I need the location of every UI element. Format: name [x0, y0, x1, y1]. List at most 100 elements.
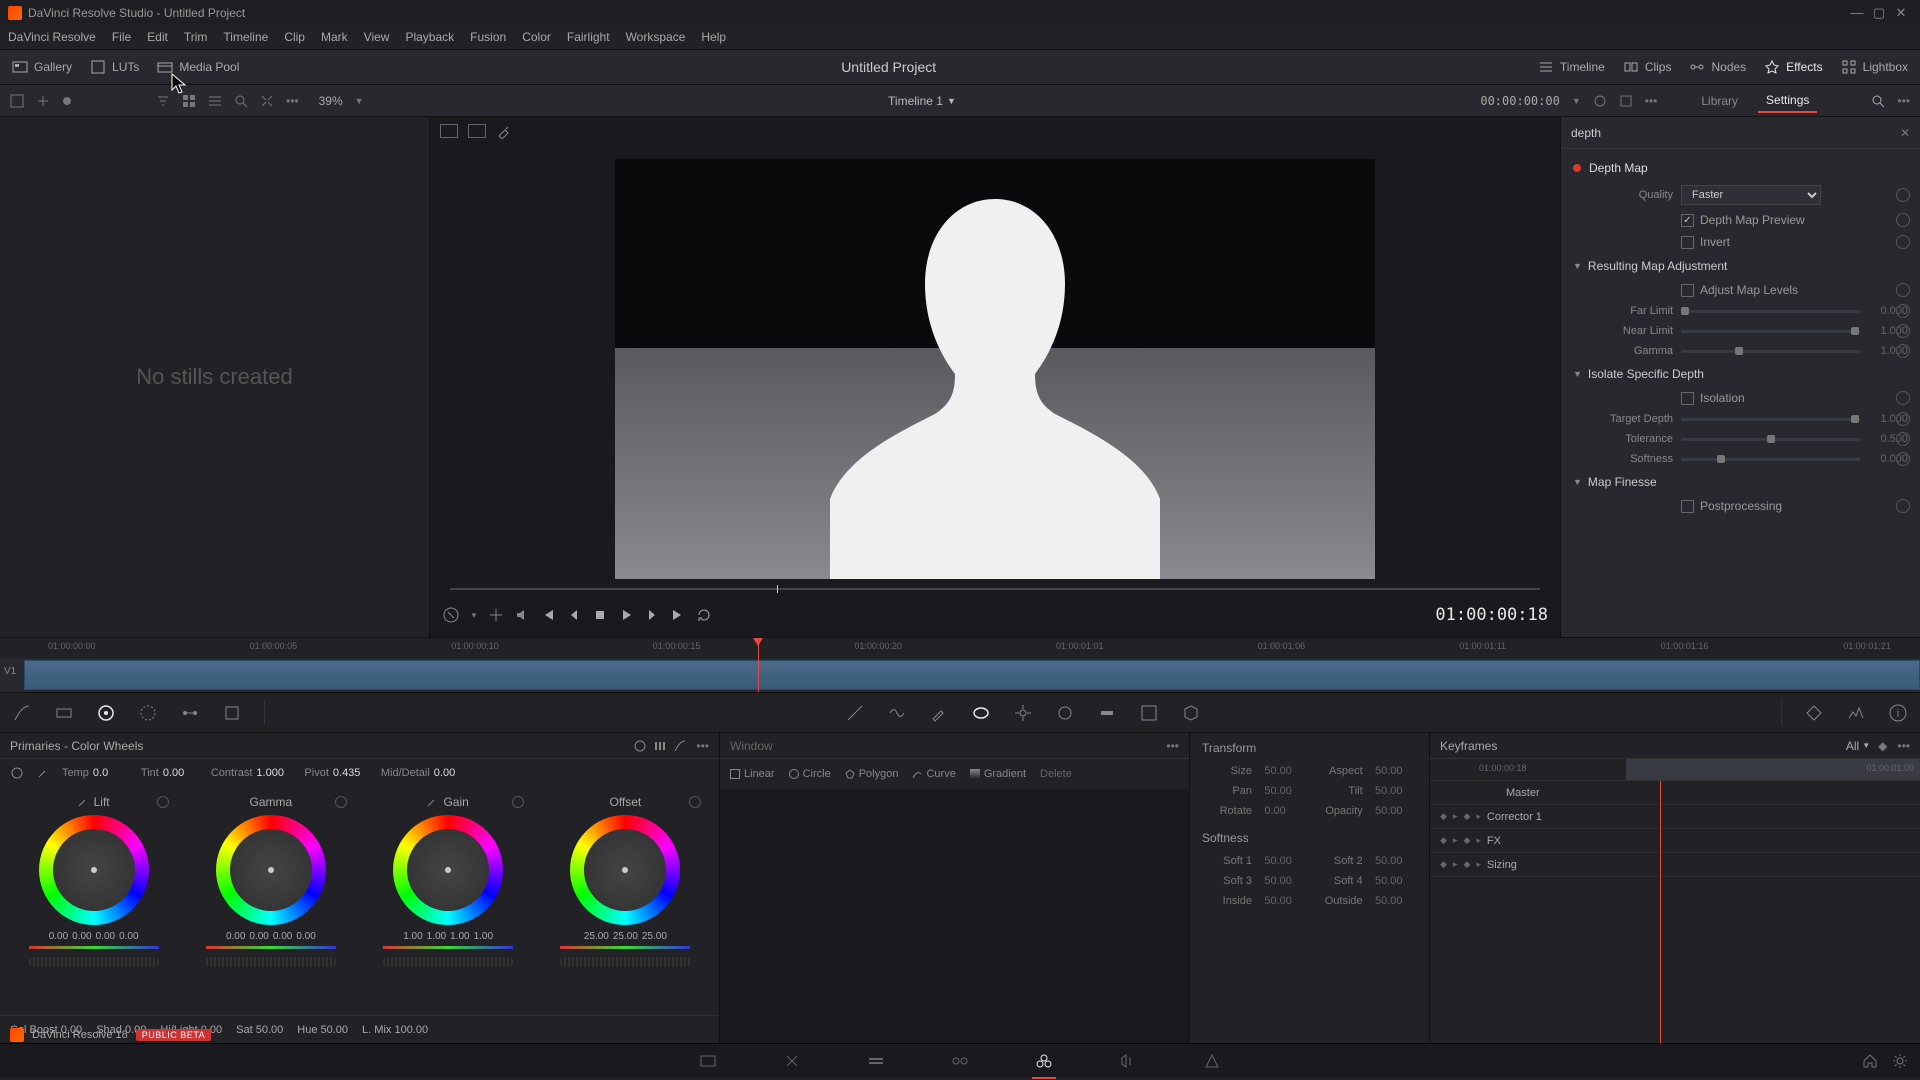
keyframes-ruler[interactable]: 01:00:00:18 01:00:01:09: [1430, 759, 1920, 781]
aspect-value[interactable]: 50.00: [1375, 765, 1417, 777]
picker-icon[interactable]: [78, 797, 88, 807]
gamma-wheel[interactable]: [216, 815, 326, 925]
bypass-icon[interactable]: [442, 606, 460, 624]
luts-button[interactable]: LUTs: [90, 59, 139, 75]
reset-icon[interactable]: [1896, 213, 1910, 227]
tab-library[interactable]: Library: [1693, 90, 1746, 112]
offset-values[interactable]: 25.0025.0025.00: [584, 931, 667, 942]
eyedropper-icon[interactable]: [929, 703, 949, 723]
curve-shape-button[interactable]: Curve: [912, 768, 955, 780]
menu-resolve[interactable]: DaVinci Resolve: [8, 30, 96, 44]
qualifier-icon[interactable]: [54, 703, 74, 723]
inspector-search-icon[interactable]: [1871, 94, 1885, 108]
audio-icon[interactable]: [514, 607, 530, 623]
bars-mode-icon[interactable]: [654, 740, 666, 752]
gamma-master-wheel[interactable]: [206, 957, 336, 967]
project-settings-button[interactable]: [1892, 1053, 1908, 1069]
scopes-icon[interactable]: [1846, 703, 1866, 723]
effect-enable-dot[interactable]: [1573, 164, 1581, 172]
reset-icon[interactable]: [1896, 235, 1910, 249]
fx-icon[interactable]: [222, 703, 242, 723]
lift-wheel[interactable]: [39, 815, 149, 925]
first-frame-button[interactable]: [540, 607, 556, 623]
lift-values[interactable]: 0.000.000.000.00: [49, 931, 139, 942]
lift-master-wheel[interactable]: [29, 957, 159, 967]
effect-header[interactable]: Depth Map: [1561, 155, 1920, 181]
deliver-page-button[interactable]: [1200, 1049, 1224, 1073]
hue-curves-icon[interactable]: [887, 703, 907, 723]
group-resulting[interactable]: ▼Resulting Map Adjustment: [1561, 253, 1920, 279]
tab-settings[interactable]: Settings: [1758, 89, 1817, 113]
window-canvas[interactable]: [720, 789, 1189, 1043]
zoom-level[interactable]: 39%: [319, 94, 343, 108]
grid-view-icon[interactable]: [182, 94, 196, 108]
log-mode-icon[interactable]: [674, 740, 686, 752]
adjust-levels-checkbox[interactable]: [1681, 284, 1694, 297]
timeline-name[interactable]: Timeline 1▼: [888, 94, 956, 108]
wipe-icon[interactable]: [488, 607, 504, 623]
timeline-ruler[interactable]: 01:00:00:00 01:00:00:05 01:00:00:10 01:0…: [0, 638, 1920, 658]
clear-search-icon[interactable]: ✕: [1900, 126, 1910, 140]
pivot-value[interactable]: 0.435: [333, 767, 369, 779]
stills-grab-icon[interactable]: [36, 94, 50, 108]
linear-shape-button[interactable]: Linear: [730, 768, 775, 780]
stills-view-icon[interactable]: [10, 94, 24, 108]
menu-fairlight[interactable]: Fairlight: [567, 30, 610, 44]
list-view-icon[interactable]: [208, 94, 222, 108]
kf-row-sizing[interactable]: ◆▸◆▸Sizing: [1430, 853, 1920, 877]
custom-curves-icon[interactable]: [845, 703, 865, 723]
postprocessing-checkbox[interactable]: [1681, 500, 1694, 513]
invert-checkbox[interactable]: [1681, 236, 1694, 249]
chevron-down-icon[interactable]: ▼: [1572, 96, 1581, 106]
auto-balance-icon[interactable]: [10, 766, 24, 780]
pan-value[interactable]: 50.00: [1264, 785, 1306, 797]
viewer-timecode[interactable]: 01:00:00:18: [1435, 605, 1548, 625]
gain-wheel[interactable]: [393, 815, 503, 925]
gain-values[interactable]: 1.001.001.001.00: [403, 931, 493, 942]
keyframe-mode-icon[interactable]: [1804, 703, 1824, 723]
contrast-value[interactable]: 1.000: [256, 767, 292, 779]
3d-icon[interactable]: [1181, 703, 1201, 723]
group-isolate[interactable]: ▼Isolate Specific Depth: [1561, 361, 1920, 387]
reset-icon[interactable]: [1896, 412, 1910, 426]
timeline-playhead[interactable]: [758, 638, 759, 692]
nodes-icon[interactable]: [180, 703, 200, 723]
fusion-page-button[interactable]: [948, 1049, 972, 1073]
nodes-button[interactable]: Nodes: [1689, 59, 1746, 75]
offset-wheel[interactable]: [570, 815, 680, 925]
tint-value[interactable]: 0.00: [163, 767, 199, 779]
delete-shape-button[interactable]: Delete: [1040, 768, 1072, 780]
tolerance-slider[interactable]: [1681, 438, 1860, 441]
polygon-shape-button[interactable]: Polygon: [845, 768, 899, 780]
reset-icon[interactable]: [1896, 344, 1910, 358]
reset-icon[interactable]: [1896, 432, 1910, 446]
soft3-value[interactable]: 50.00: [1264, 875, 1306, 887]
inspector-search-input[interactable]: [1571, 126, 1900, 140]
quality-select[interactable]: Faster: [1681, 185, 1821, 205]
keyframes-filter[interactable]: All: [1846, 739, 1859, 753]
inside-value[interactable]: 50.00: [1264, 895, 1306, 907]
fairlight-page-button[interactable]: [1116, 1049, 1140, 1073]
blur-icon[interactable]: [1055, 703, 1075, 723]
primaries-icon[interactable]: [96, 703, 116, 723]
menu-edit[interactable]: Edit: [147, 30, 168, 44]
kf-row-corrector[interactable]: ◆▸◆▸Corrector 1: [1430, 805, 1920, 829]
media-page-button[interactable]: [696, 1049, 720, 1073]
soft4-value[interactable]: 50.00: [1375, 875, 1417, 887]
depth-preview-checkbox[interactable]: ✓: [1681, 214, 1694, 227]
play-button[interactable]: [618, 607, 634, 623]
loop-button[interactable]: [696, 607, 712, 623]
gallery-button[interactable]: Gallery: [12, 59, 72, 75]
kf-row-fx[interactable]: ◆▸◆▸FX: [1430, 829, 1920, 853]
menu-view[interactable]: View: [364, 30, 390, 44]
menu-mark[interactable]: Mark: [321, 30, 348, 44]
color-page-button[interactable]: [1032, 1049, 1056, 1073]
outside-value[interactable]: 50.00: [1375, 895, 1417, 907]
soft2-value[interactable]: 50.00: [1375, 855, 1417, 867]
fullscreen-icon[interactable]: [1619, 94, 1633, 108]
softness-slider[interactable]: [1681, 458, 1860, 461]
menu-color[interactable]: Color: [522, 30, 551, 44]
group-finesse[interactable]: ▼Map Finesse: [1561, 469, 1920, 495]
expand-icon[interactable]: [260, 94, 274, 108]
tracker-icon[interactable]: [1013, 703, 1033, 723]
